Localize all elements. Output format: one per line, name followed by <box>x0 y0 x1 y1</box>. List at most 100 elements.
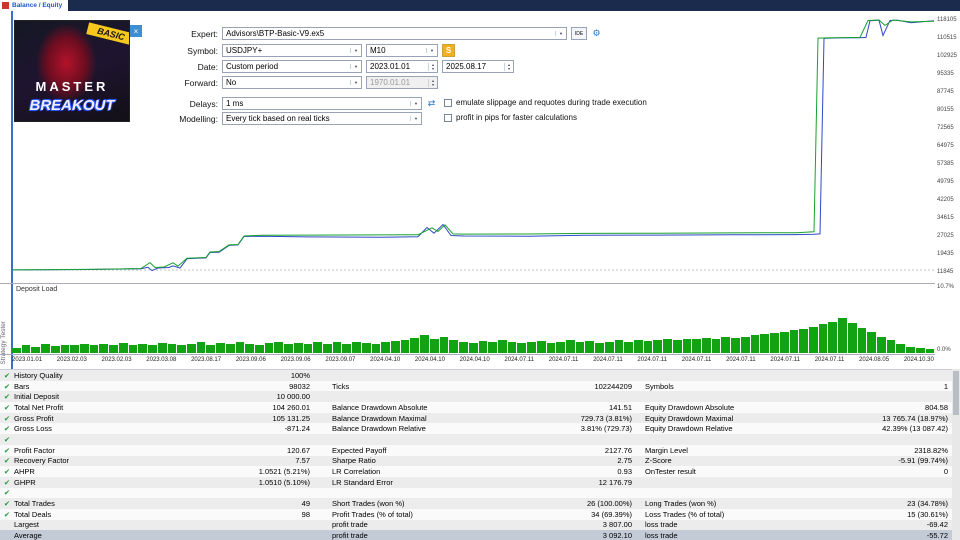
stats-cell: profit trade <box>310 520 547 529</box>
deposit-bar <box>420 335 429 353</box>
deposit-bar <box>449 340 458 353</box>
deposit-bar <box>508 342 517 353</box>
symbol-select[interactable]: USDJPY+ ▼ <box>222 44 362 57</box>
deposit-bar <box>488 342 497 353</box>
deposit-bar <box>877 337 886 353</box>
stats-row[interactable]: ✔Profit Factor120.67Expected Payoff2127.… <box>0 445 952 456</box>
y-axis-tick: 102925 <box>937 53 957 59</box>
deposit-bar <box>148 345 157 353</box>
forward-mode-select[interactable]: No ▼ <box>222 76 362 89</box>
pips-checkbox-label: profit in pips for faster calculations <box>456 113 577 122</box>
stats-cell: Equity Drawdown Relative <box>632 424 850 433</box>
stats-cell: Total Trades <box>14 499 154 508</box>
deposit-bar <box>255 345 264 353</box>
stats-row[interactable]: ✔Bars98032Ticks102244209Symbols1 <box>0 381 952 392</box>
deposit-bar <box>274 342 283 353</box>
chevron-down-icon: ▼ <box>410 116 421 121</box>
date-label: Date: <box>150 62 218 72</box>
modelling-select[interactable]: Every tick based on real ticks ▼ <box>222 112 422 125</box>
y-axis-tick: 57385 <box>937 161 954 167</box>
chevron-down-icon: ▼ <box>426 48 437 53</box>
stats-row[interactable]: ✔Total Deals98Profit Trades (% of total)… <box>0 509 952 520</box>
tab-balance-equity-label: Balance / Equity <box>12 2 62 9</box>
date-from-field[interactable]: 2023.01.01 ▴▾ <box>366 60 438 73</box>
date-mode-select[interactable]: Custom period ▼ <box>222 60 362 73</box>
stats-row[interactable]: ✔Gross Loss-871.24Balance Drawdown Relat… <box>0 423 952 434</box>
deposit-bar <box>352 342 361 353</box>
pips-checkbox[interactable] <box>444 114 452 122</box>
stats-row[interactable]: ✔ <box>0 434 952 445</box>
stats-row[interactable]: ✔Gross Profit105 131.25Balance Drawdown … <box>0 413 952 424</box>
refresh-icon[interactable]: ⇄ <box>425 97 438 110</box>
x-axis-tick: 2023.03.08 <box>146 357 176 367</box>
stats-cell: Largest <box>14 520 154 529</box>
stats-row[interactable]: Averageprofit trade3 092.10loss trade-55… <box>0 530 952 540</box>
deposit-bar <box>216 343 225 353</box>
check-icon: ✔ <box>0 424 14 433</box>
gear-icon[interactable]: ⚙ <box>590 27 603 40</box>
stats-cell: AHPR <box>14 467 154 476</box>
scrollbar-thumb[interactable] <box>953 371 959 415</box>
expert-select[interactable]: Advisors\BTP-Basic-V9.ex5 ▼ <box>222 27 567 40</box>
check-icon: ✔ <box>0 510 14 519</box>
check-icon: ✔ <box>0 392 14 401</box>
deposit-bar <box>187 344 196 353</box>
stats-row[interactable]: ✔Initial Deposit10 000.00 <box>0 391 952 402</box>
deposit-bar <box>605 342 614 353</box>
symbol-spec-button[interactable]: S <box>442 44 455 57</box>
chevron-down-icon: ▼ <box>350 48 361 53</box>
deposit-bar <box>799 329 808 353</box>
stats-cell: 0 <box>850 467 952 476</box>
stats-row[interactable]: ✔Recovery Factor7.57Sharpe Ratio2.75Z-Sc… <box>0 456 952 467</box>
stats-cell: Ticks <box>310 382 547 391</box>
stats-cell: 26 (100.00%) <box>547 499 632 508</box>
date-to-field[interactable]: 2025.08.17 ▴▾ <box>442 60 514 73</box>
forward-label: Forward: <box>150 78 218 88</box>
backtest-results-table: ✔History Quality100%✔Bars98032Ticks10224… <box>0 369 952 540</box>
stats-row[interactable]: Largestprofit trade3 807.00loss trade-69… <box>0 520 952 531</box>
stats-cell: 2.75 <box>547 456 632 465</box>
stats-cell: 141.51 <box>547 403 632 412</box>
stats-cell: -5.91 (99.74%) <box>850 456 952 465</box>
delays-select[interactable]: 1 ms ▼ <box>222 97 422 110</box>
deposit-bar <box>702 338 711 353</box>
table-scrollbar[interactable] <box>952 369 960 540</box>
y-axis-tick: 72565 <box>937 125 954 131</box>
stats-cell: Gross Loss <box>14 424 154 433</box>
slippage-checkbox[interactable] <box>444 99 452 107</box>
tab-balance-equity[interactable]: Balance / Equity <box>0 0 68 11</box>
deposit-bar <box>809 327 818 353</box>
timeframe-select[interactable]: M10 ▼ <box>366 44 438 57</box>
deposit-bar <box>498 340 507 353</box>
stats-row[interactable]: ✔AHPR1.0521 (5.21%)LR Correlation0.93OnT… <box>0 466 952 477</box>
deposit-bar <box>896 344 905 353</box>
stats-row[interactable]: ✔History Quality100% <box>0 370 952 381</box>
ide-button[interactable]: IDE <box>571 27 587 40</box>
deposit-bar <box>440 337 449 353</box>
stats-cell: loss trade <box>632 520 850 529</box>
equity-line <box>12 20 934 270</box>
stats-row[interactable]: ✔GHPR1.0510 (5.10%)LR Standard Error12 1… <box>0 477 952 488</box>
deposit-bar <box>819 324 828 353</box>
divider <box>0 354 935 355</box>
stats-cell: -55.72 <box>850 531 952 540</box>
spinner-icon[interactable]: ▴▾ <box>428 63 437 71</box>
stats-row[interactable]: ✔Total Net Profit104 260.01Balance Drawd… <box>0 402 952 413</box>
stats-cell: 34 (69.39%) <box>547 510 632 519</box>
deposit-bar <box>333 342 342 353</box>
deposit-bar <box>780 332 789 353</box>
deposit-bar <box>41 344 50 353</box>
ea-title-bottom: BREAKOUT <box>15 97 129 114</box>
stats-cell: 2318.82% <box>850 446 952 455</box>
stats-row[interactable]: ✔Total Trades49Short Trades (won %)26 (1… <box>0 498 952 509</box>
stats-cell: 102244209 <box>547 382 632 391</box>
spinner-icon[interactable]: ▴▾ <box>504 63 513 71</box>
stats-row[interactable]: ✔ <box>0 488 952 499</box>
stats-cell: 1.0510 (5.10%) <box>154 478 310 487</box>
chevron-down-icon: ▼ <box>410 101 421 106</box>
x-axis-tick: 2023.02.03 <box>102 357 132 367</box>
y-axis-tick: 80155 <box>937 107 954 113</box>
close-banner-button[interactable]: × <box>130 25 142 37</box>
x-axis-tick: 2024.04.10 <box>370 357 400 367</box>
y-axis-tick: 49795 <box>937 179 954 185</box>
